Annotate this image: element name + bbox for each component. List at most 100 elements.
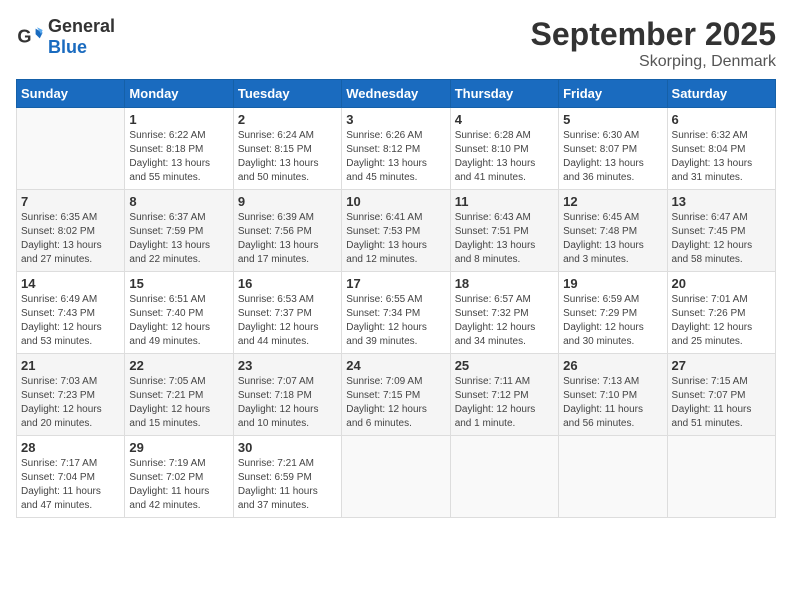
day-detail: Sunrise: 7:09 AM Sunset: 7:15 PM Dayligh… bbox=[346, 375, 445, 431]
header-friday: Friday bbox=[559, 80, 667, 108]
calendar-cell: 26 Sunrise: 7:13 AM Sunset: 7:10 PM Dayli… bbox=[559, 354, 667, 436]
day-detail: Sunrise: 6:26 AM Sunset: 8:12 PM Dayligh… bbox=[346, 129, 445, 185]
day-number: 3 bbox=[346, 112, 445, 127]
logo-icon: G bbox=[16, 23, 44, 51]
day-number: 2 bbox=[238, 112, 337, 127]
calendar-cell: 6Sunrise: 6:32 AM Sunset: 8:04 PM Daylig… bbox=[667, 108, 775, 190]
day-number: 30 bbox=[238, 440, 337, 455]
day-number: 9 bbox=[238, 194, 337, 209]
day-detail: Sunrise: 7:15 AM Sunset: 7:07 PM Dayligh… bbox=[672, 375, 771, 431]
day-number: 29 bbox=[129, 440, 228, 455]
day-detail: Sunrise: 7:11 AM Sunset: 7:12 PM Dayligh… bbox=[455, 375, 554, 431]
day-detail: Sunrise: 6:30 AM Sunset: 8:07 PM Dayligh… bbox=[563, 129, 662, 185]
day-detail: Sunrise: 6:28 AM Sunset: 8:10 PM Dayligh… bbox=[455, 129, 554, 185]
calendar-cell: 20Sunrise: 7:01 AM Sunset: 7:26 PM Dayli… bbox=[667, 272, 775, 354]
logo-text: General Blue bbox=[48, 16, 115, 58]
calendar-cell bbox=[342, 436, 450, 518]
month-title: September 2025 bbox=[531, 16, 776, 53]
calendar-cell: 1Sunrise: 6:22 AM Sunset: 8:18 PM Daylig… bbox=[125, 108, 233, 190]
calendar-cell: 8Sunrise: 6:37 AM Sunset: 7:59 PM Daylig… bbox=[125, 190, 233, 272]
calendar-cell: 14 Sunrise: 6:49 AM Sunset: 7:43 PM Dayli… bbox=[17, 272, 125, 354]
day-number: 4 bbox=[455, 112, 554, 127]
day-number: 17 bbox=[346, 276, 445, 291]
day-number: 5 bbox=[563, 112, 662, 127]
location-title: Skorping, Denmark bbox=[531, 53, 776, 71]
calendar-cell: 9 Sunrise: 6:39 AM Sunset: 7:56 PM Daylig… bbox=[233, 190, 341, 272]
calendar-cell: 19 Sunrise: 6:59 AM Sunset: 7:29 PM Dayli… bbox=[559, 272, 667, 354]
calendar-cell: 16 Sunrise: 6:53 AM Sunset: 7:37 PM Dayli… bbox=[233, 272, 341, 354]
calendar-cell: 27 Sunrise: 7:15 AM Sunset: 7:07 PM Dayli… bbox=[667, 354, 775, 436]
day-detail: Sunrise: 6:24 AM Sunset: 8:15 PM Dayligh… bbox=[238, 129, 337, 185]
logo-general: General bbox=[48, 16, 115, 36]
calendar-cell: 18 Sunrise: 6:57 AM Sunset: 7:32 PM Dayli… bbox=[450, 272, 558, 354]
calendar-cell: 25 Sunrise: 7:11 AM Sunset: 7:12 PM Dayli… bbox=[450, 354, 558, 436]
header-monday: Monday bbox=[125, 80, 233, 108]
day-number: 16 bbox=[238, 276, 337, 291]
day-number: 26 bbox=[563, 358, 662, 373]
day-number: 10 bbox=[346, 194, 445, 209]
header-thursday: Thursday bbox=[450, 80, 558, 108]
calendar-cell: 17Sunrise: 6:55 AM Sunset: 7:34 PM Dayli… bbox=[342, 272, 450, 354]
calendar-cell: 22Sunrise: 7:05 AM Sunset: 7:21 PM Dayli… bbox=[125, 354, 233, 436]
calendar-cell: 4 Sunrise: 6:28 AM Sunset: 8:10 PM Daylig… bbox=[450, 108, 558, 190]
day-number: 23 bbox=[238, 358, 337, 373]
day-number: 18 bbox=[455, 276, 554, 291]
calendar-cell: 30 Sunrise: 7:21 AM Sunset: 6:59 PM Dayli… bbox=[233, 436, 341, 518]
header-saturday: Saturday bbox=[667, 80, 775, 108]
header-tuesday: Tuesday bbox=[233, 80, 341, 108]
day-detail: Sunrise: 6:59 AM Sunset: 7:29 PM Dayligh… bbox=[563, 293, 662, 349]
day-detail: Sunrise: 7:03 AM Sunset: 7:23 PM Dayligh… bbox=[21, 375, 120, 431]
calendar-week-3: 14 Sunrise: 6:49 AM Sunset: 7:43 PM Dayli… bbox=[17, 272, 776, 354]
calendar-cell: 2 Sunrise: 6:24 AM Sunset: 8:15 PM Daylig… bbox=[233, 108, 341, 190]
logo: G General Blue bbox=[16, 16, 115, 58]
header-row: Sunday Monday Tuesday Wednesday Thursday… bbox=[17, 80, 776, 108]
day-detail: Sunrise: 7:01 AM Sunset: 7:26 PM Dayligh… bbox=[672, 293, 771, 349]
calendar-cell bbox=[450, 436, 558, 518]
day-detail: Sunrise: 6:39 AM Sunset: 7:56 PM Dayligh… bbox=[238, 211, 337, 267]
calendar-cell: 7Sunrise: 6:35 AM Sunset: 8:02 PM Daylig… bbox=[17, 190, 125, 272]
day-detail: Sunrise: 7:17 AM Sunset: 7:04 PM Dayligh… bbox=[21, 457, 120, 513]
calendar-cell: 15 Sunrise: 6:51 AM Sunset: 7:40 PM Dayli… bbox=[125, 272, 233, 354]
day-detail: Sunrise: 7:13 AM Sunset: 7:10 PM Dayligh… bbox=[563, 375, 662, 431]
calendar-body: 1Sunrise: 6:22 AM Sunset: 8:18 PM Daylig… bbox=[17, 108, 776, 518]
day-detail: Sunrise: 6:57 AM Sunset: 7:32 PM Dayligh… bbox=[455, 293, 554, 349]
day-detail: Sunrise: 6:53 AM Sunset: 7:37 PM Dayligh… bbox=[238, 293, 337, 349]
day-number: 8 bbox=[129, 194, 228, 209]
day-number: 12 bbox=[563, 194, 662, 209]
day-detail: Sunrise: 6:43 AM Sunset: 7:51 PM Dayligh… bbox=[455, 211, 554, 267]
day-number: 25 bbox=[455, 358, 554, 373]
day-number: 6 bbox=[672, 112, 771, 127]
calendar-cell bbox=[17, 108, 125, 190]
calendar-week-2: 7Sunrise: 6:35 AM Sunset: 8:02 PM Daylig… bbox=[17, 190, 776, 272]
day-detail: Sunrise: 7:19 AM Sunset: 7:02 PM Dayligh… bbox=[129, 457, 228, 513]
calendar-week-5: 28 Sunrise: 7:17 AM Sunset: 7:04 PM Dayli… bbox=[17, 436, 776, 518]
title-block: September 2025 Skorping, Denmark bbox=[531, 16, 776, 71]
calendar-cell: 29 Sunrise: 7:19 AM Sunset: 7:02 PM Dayli… bbox=[125, 436, 233, 518]
calendar-cell: 24Sunrise: 7:09 AM Sunset: 7:15 PM Dayli… bbox=[342, 354, 450, 436]
calendar-cell: 21Sunrise: 7:03 AM Sunset: 7:23 PM Dayli… bbox=[17, 354, 125, 436]
calendar-table: Sunday Monday Tuesday Wednesday Thursday… bbox=[16, 79, 776, 518]
calendar-cell: 3 Sunrise: 6:26 AM Sunset: 8:12 PM Daylig… bbox=[342, 108, 450, 190]
calendar-cell: 10Sunrise: 6:41 AM Sunset: 7:53 PM Dayli… bbox=[342, 190, 450, 272]
day-number: 27 bbox=[672, 358, 771, 373]
calendar-cell bbox=[559, 436, 667, 518]
day-number: 19 bbox=[563, 276, 662, 291]
day-detail: Sunrise: 6:35 AM Sunset: 8:02 PM Dayligh… bbox=[21, 211, 120, 267]
day-number: 13 bbox=[672, 194, 771, 209]
calendar-week-4: 21Sunrise: 7:03 AM Sunset: 7:23 PM Dayli… bbox=[17, 354, 776, 436]
day-detail: Sunrise: 6:49 AM Sunset: 7:43 PM Dayligh… bbox=[21, 293, 120, 349]
calendar-cell: 23Sunrise: 7:07 AM Sunset: 7:18 PM Dayli… bbox=[233, 354, 341, 436]
day-number: 11 bbox=[455, 194, 554, 209]
day-number: 15 bbox=[129, 276, 228, 291]
page-header: G General Blue September 2025 Skorping, … bbox=[16, 16, 776, 71]
day-detail: Sunrise: 6:47 AM Sunset: 7:45 PM Dayligh… bbox=[672, 211, 771, 267]
day-detail: Sunrise: 7:21 AM Sunset: 6:59 PM Dayligh… bbox=[238, 457, 337, 513]
calendar-cell: 28 Sunrise: 7:17 AM Sunset: 7:04 PM Dayli… bbox=[17, 436, 125, 518]
header-wednesday: Wednesday bbox=[342, 80, 450, 108]
day-number: 14 bbox=[21, 276, 120, 291]
day-detail: Sunrise: 6:51 AM Sunset: 7:40 PM Dayligh… bbox=[129, 293, 228, 349]
day-detail: Sunrise: 6:45 AM Sunset: 7:48 PM Dayligh… bbox=[563, 211, 662, 267]
day-number: 28 bbox=[21, 440, 120, 455]
calendar-cell: 13 Sunrise: 6:47 AM Sunset: 7:45 PM Dayli… bbox=[667, 190, 775, 272]
day-number: 22 bbox=[129, 358, 228, 373]
